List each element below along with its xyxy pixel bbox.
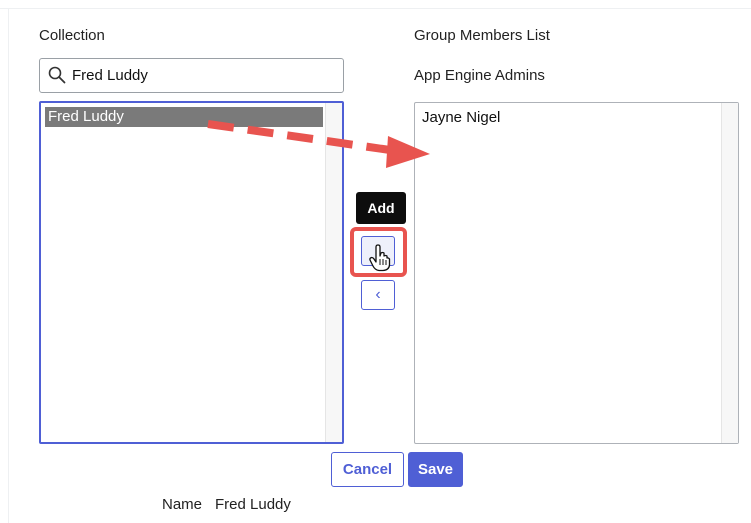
- members-scrollbar[interactable]: [721, 103, 738, 443]
- collection-heading: Collection: [39, 27, 105, 44]
- remove-button[interactable]: ‹: [361, 280, 395, 310]
- cancel-button[interactable]: Cancel: [331, 452, 404, 487]
- collection-search-input[interactable]: Fred Luddy: [39, 58, 344, 93]
- group-name: App Engine Admins: [414, 67, 545, 84]
- group-members-listbox[interactable]: Jayne Nigel: [414, 102, 739, 444]
- search-icon: [48, 66, 66, 84]
- search-value[interactable]: Fred Luddy: [72, 67, 148, 84]
- hand-pointer-icon: [369, 244, 391, 272]
- group-members-heading: Group Members List: [414, 27, 550, 44]
- left-divider: [8, 8, 9, 523]
- top-divider: [0, 8, 751, 9]
- add-tooltip: Add: [356, 192, 406, 224]
- name-field-label: Name: [162, 496, 203, 513]
- save-button[interactable]: Save: [408, 452, 463, 487]
- name-field-value: Fred Luddy: [215, 496, 291, 513]
- dashed-arrow-icon: [207, 120, 430, 168]
